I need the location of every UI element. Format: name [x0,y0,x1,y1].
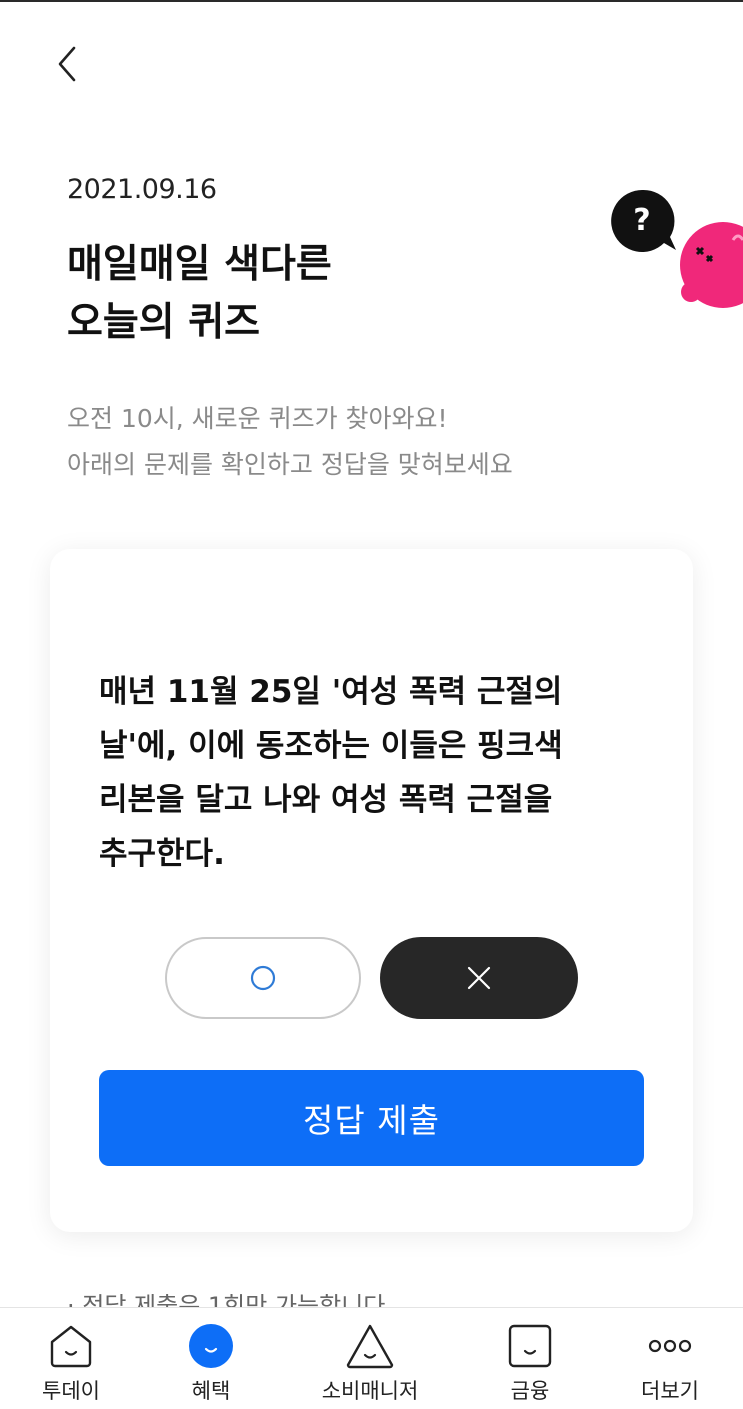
description-line: 아래의 문제를 확인하고 정답을 맞혀보세요 [67,450,513,479]
answer-o-button[interactable] [165,937,361,1019]
tab-label: 투데이 [42,1379,100,1403]
notice-text: · 정답 제출은 1회만 가능합니다 [67,1292,386,1308]
description-line: 오전 10시, 새로운 퀴즈가 찾아와요! [67,404,448,433]
tab-more[interactable]: 더보기 [605,1308,735,1409]
question-line: 리본을 달고 나와 여성 폭력 근절을 [99,782,553,818]
more-dots-icon [648,1339,692,1353]
quiz-card: 매년 11월 25일 '여성 폭력 근절의 날'에, 이에 동조하는 이들은 핑… [50,549,693,1232]
circle-o-icon [250,965,276,991]
tab-today[interactable]: 투데이 [6,1308,136,1409]
title-line: 오늘의 퀴즈 [67,300,260,345]
question-line: 매년 11월 25일 '여성 폭력 근절의 [99,674,563,710]
quiz-question: 매년 11월 25일 '여성 폭력 근절의 날'에, 이에 동조하는 이들은 핑… [99,665,659,881]
x-icon [467,966,491,990]
bottom-tab-bar: 투데이 혜택 소비매니저 금융 더보기 [0,1307,743,1409]
question-line: 날'에, 이에 동조하는 이들은 핑크색 [99,728,563,764]
triangle-smile-icon [346,1324,394,1369]
tab-spending-manager[interactable]: 소비매니저 [305,1308,435,1409]
submit-answer-button[interactable]: 정답 제출 [99,1070,644,1166]
back-button[interactable] [50,42,90,86]
pink-character-icon [680,222,743,308]
quiz-mascot-illustration: ? [611,189,743,308]
page-title: 매일매일 색다른 오늘의 퀴즈 [67,236,332,352]
tab-label: 소비매니저 [321,1379,419,1403]
top-border [0,0,743,2]
title-line: 매일매일 색다른 [67,242,332,287]
quiz-date: 2021.09.16 [67,174,217,205]
chevron-left-icon [58,46,76,82]
tab-label: 혜택 [191,1379,231,1403]
tab-finance[interactable]: 금융 [465,1308,595,1409]
home-smile-icon [50,1325,92,1368]
square-smile-icon [508,1324,552,1368]
tab-label: 더보기 [641,1379,699,1403]
answer-x-button[interactable] [380,937,578,1019]
page-description: 오전 10시, 새로운 퀴즈가 찾아와요! 아래의 문제를 확인하고 정답을 맞… [67,396,513,488]
tab-label: 금융 [510,1379,550,1403]
benefit-smile-icon [189,1324,233,1368]
tab-benefits[interactable]: 혜택 [146,1308,276,1409]
question-bubble-icon: ? [611,189,676,252]
question-line: 추구한다. [99,836,225,872]
svg-text:?: ? [633,203,650,238]
